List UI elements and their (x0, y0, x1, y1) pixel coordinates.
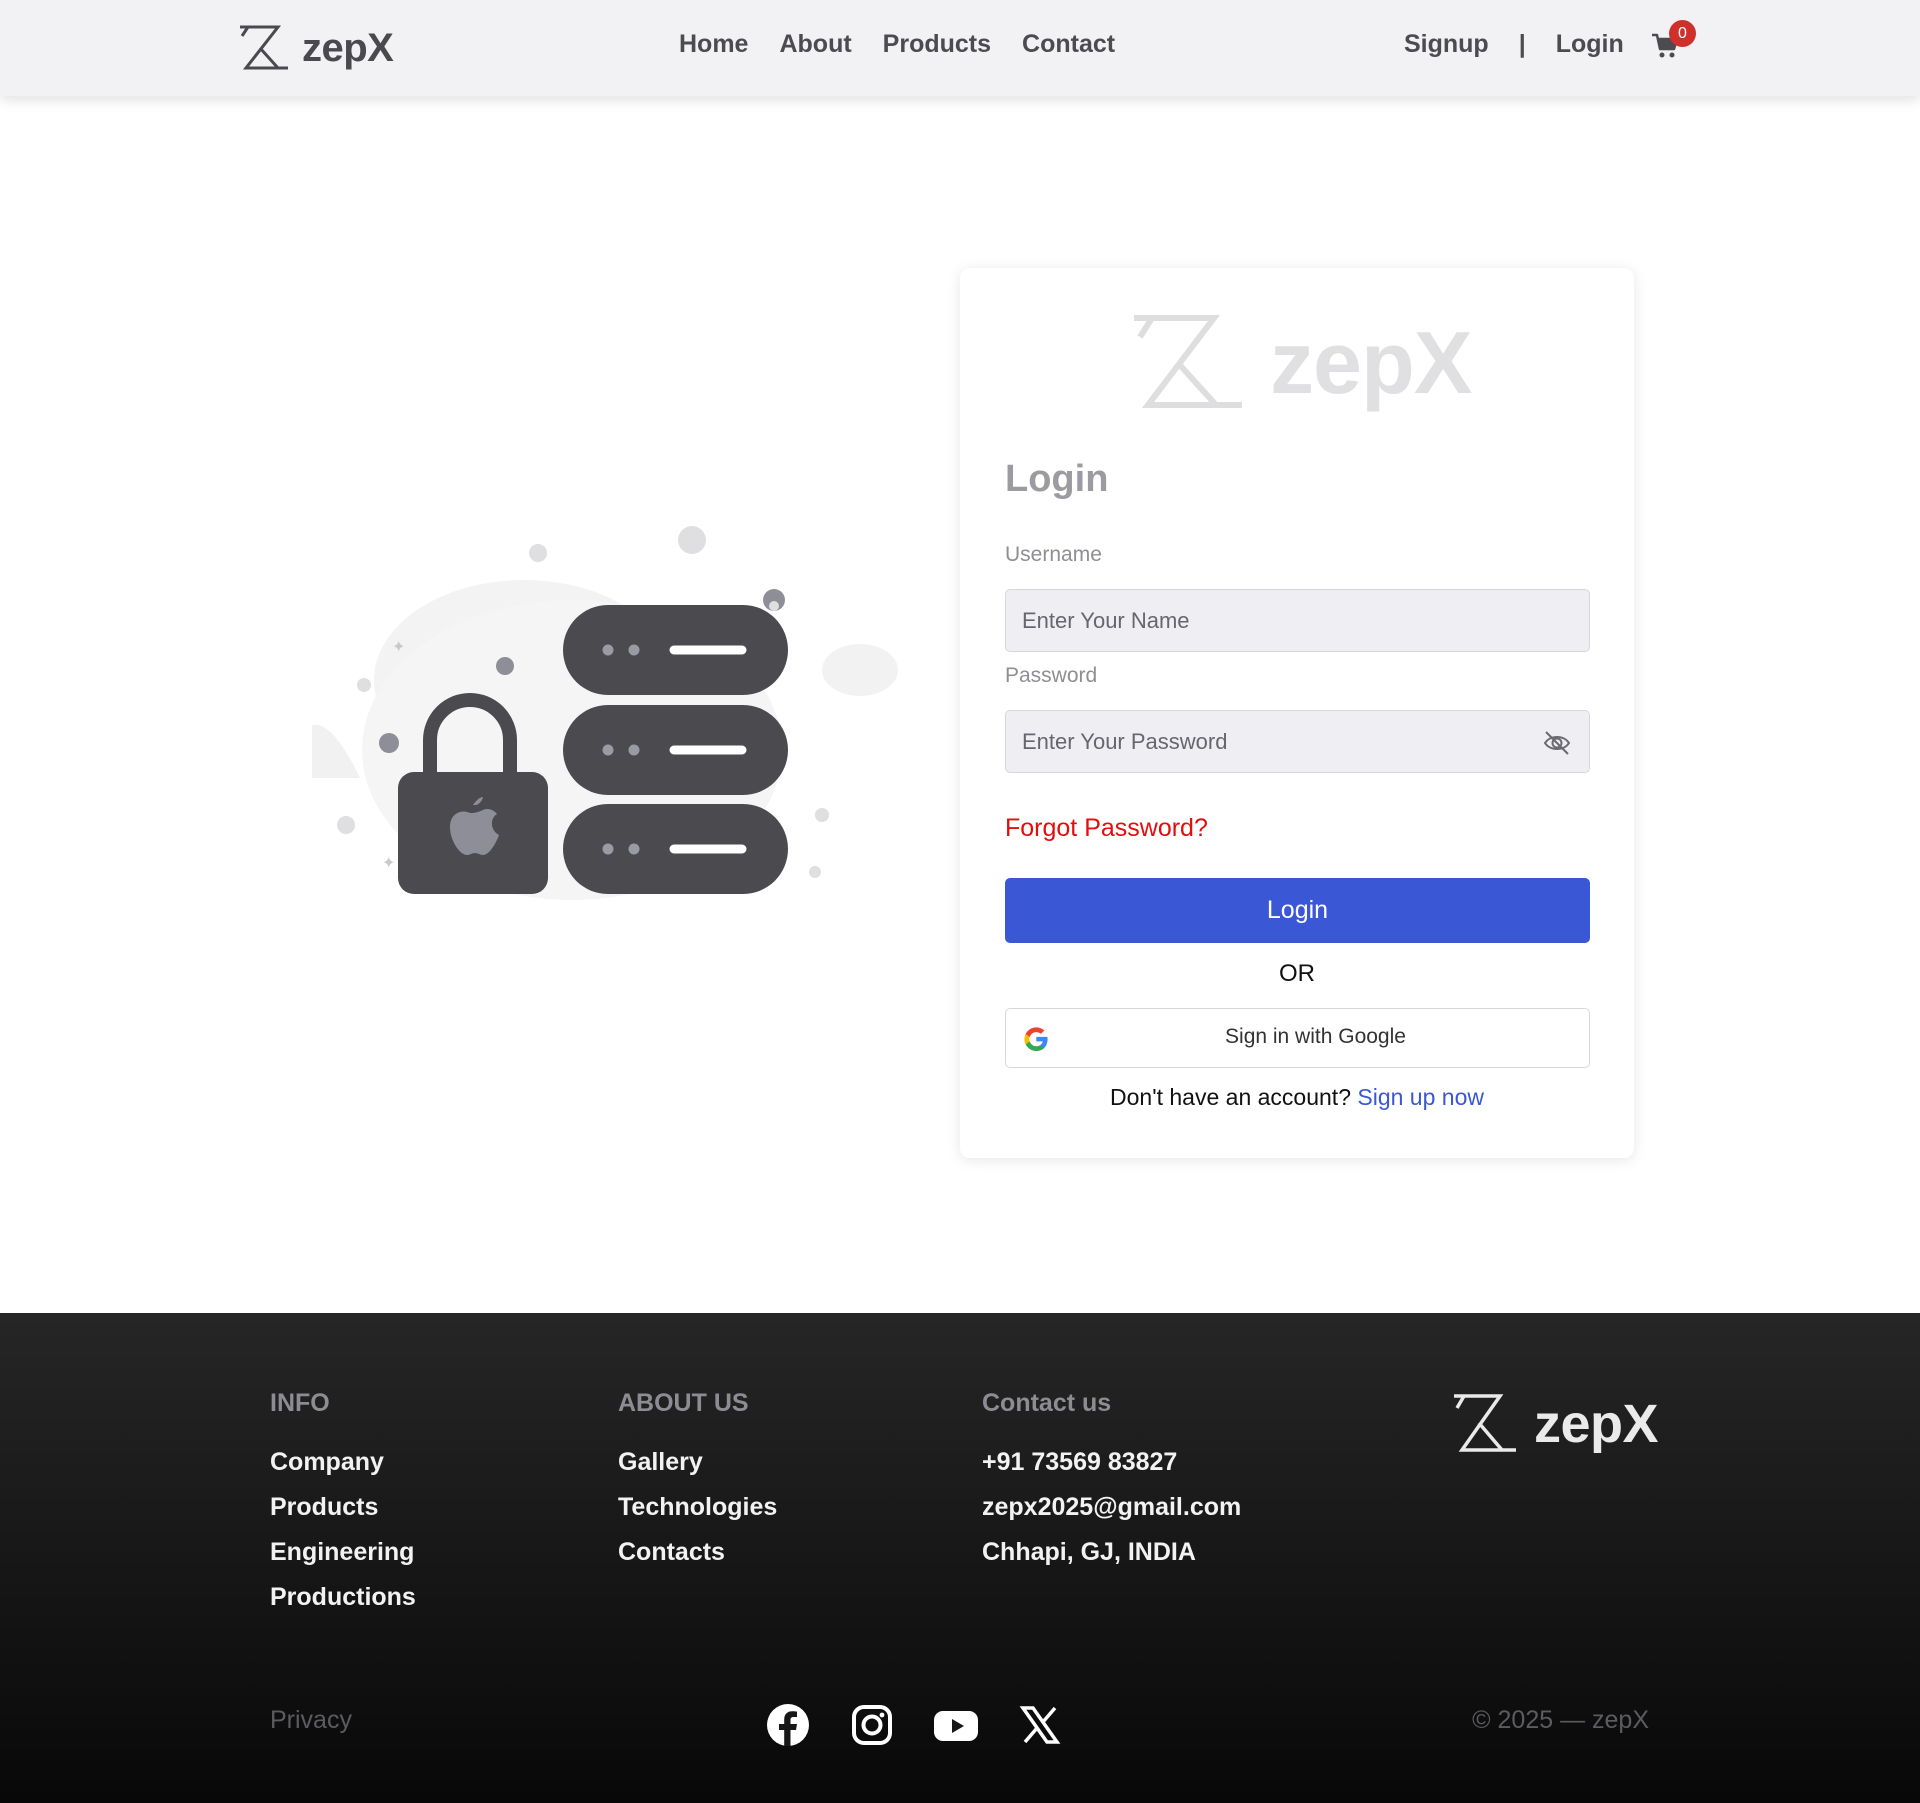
svg-text:✦: ✦ (382, 853, 395, 872)
cart-count-badge: 0 (1669, 20, 1696, 47)
instagram-icon[interactable] (850, 1703, 894, 1747)
nav-about[interactable]: About (779, 30, 851, 59)
footer-address: Chhapi, GJ, INDIA (982, 1538, 1196, 1566)
footer-info-column: INFO Company Products Engineering Produc… (270, 1389, 416, 1628)
nav-signup[interactable]: Signup (1404, 30, 1489, 59)
footer: INFO Company Products Engineering Produc… (0, 1313, 1920, 1803)
card-logo: zepX (1132, 312, 1472, 414)
login-card: zepX Login Username Password Forgot Pass… (960, 268, 1634, 1158)
login-title: Login (1005, 458, 1109, 500)
username-input[interactable] (1005, 589, 1590, 652)
nav-login[interactable]: Login (1556, 30, 1624, 59)
google-button-label: Sign in with Google (1225, 1025, 1406, 1048)
signup-now-link[interactable]: Sign up now (1357, 1084, 1484, 1110)
facebook-icon[interactable] (766, 1703, 810, 1747)
privacy-link[interactable]: Privacy (270, 1706, 352, 1735)
footer-info-heading: INFO (270, 1389, 330, 1417)
footer-link[interactable]: Technologies (618, 1493, 777, 1538)
svg-text:✦: ✦ (392, 637, 405, 656)
social-links (766, 1703, 1062, 1747)
nav-contact[interactable]: Contact (1022, 30, 1115, 59)
forgot-password-link[interactable]: Forgot Password? (1005, 814, 1208, 843)
footer-link[interactable]: Engineering (270, 1538, 416, 1583)
password-label: Password (1005, 664, 1098, 687)
footer-logo-text: zepX (1534, 1394, 1659, 1454)
nav-separator: | (1518, 30, 1526, 58)
password-input[interactable] (1005, 710, 1590, 773)
footer-link[interactable]: Productions (270, 1583, 416, 1628)
footer-contact-heading: Contact us (982, 1389, 1112, 1417)
card-logo-text: zepX (1270, 313, 1472, 412)
no-account-text: Don't have an account? (1110, 1084, 1351, 1110)
footer-about-heading: ABOUT US (618, 1389, 749, 1417)
main-nav: Home About Products Contact (679, 30, 1115, 59)
x-icon[interactable] (1018, 1703, 1062, 1747)
or-divider: OR (1279, 960, 1315, 987)
footer-email: zepx2025@gmail.com (982, 1493, 1242, 1521)
footer-link[interactable]: Contacts (618, 1538, 777, 1583)
zepx-logo-mark-icon (240, 25, 288, 70)
brand-logo[interactable]: zepX (238, 22, 394, 74)
copyright-text: © 2025 — zepX (1472, 1706, 1649, 1734)
security-illustration: ✦ ✦ (312, 526, 898, 900)
username-label: Username (1005, 543, 1102, 566)
google-signin-button[interactable]: Sign in with Google (1005, 1008, 1590, 1068)
navbar: zepX Home About Products Contact Signup … (0, 0, 1920, 96)
footer-phone: +91 73569 83827 (982, 1448, 1178, 1476)
footer-link[interactable]: Company (270, 1448, 416, 1493)
login-button[interactable]: Login (1005, 878, 1590, 943)
footer-link[interactable]: Products (270, 1493, 416, 1538)
signup-prompt: Don't have an account? Sign up now (960, 1084, 1634, 1111)
zepx-logo-mark-icon (1454, 1394, 1516, 1452)
zepx-logo-mark-icon (1134, 315, 1242, 408)
brand-name: zepX (302, 25, 394, 70)
footer-contact-column: Contact us +91 73569 83827 zepx2025@gmai… (982, 1389, 1241, 1583)
eye-slash-icon[interactable] (1542, 728, 1572, 758)
nav-home[interactable]: Home (679, 30, 748, 59)
footer-logo: zepX (1452, 1393, 1659, 1455)
auth-links: Signup | Login (1404, 30, 1624, 59)
nav-products[interactable]: Products (883, 30, 991, 59)
youtube-icon[interactable] (934, 1703, 978, 1747)
footer-link[interactable]: Gallery (618, 1448, 777, 1493)
footer-about-column: ABOUT US Gallery Technologies Contacts (618, 1389, 777, 1583)
